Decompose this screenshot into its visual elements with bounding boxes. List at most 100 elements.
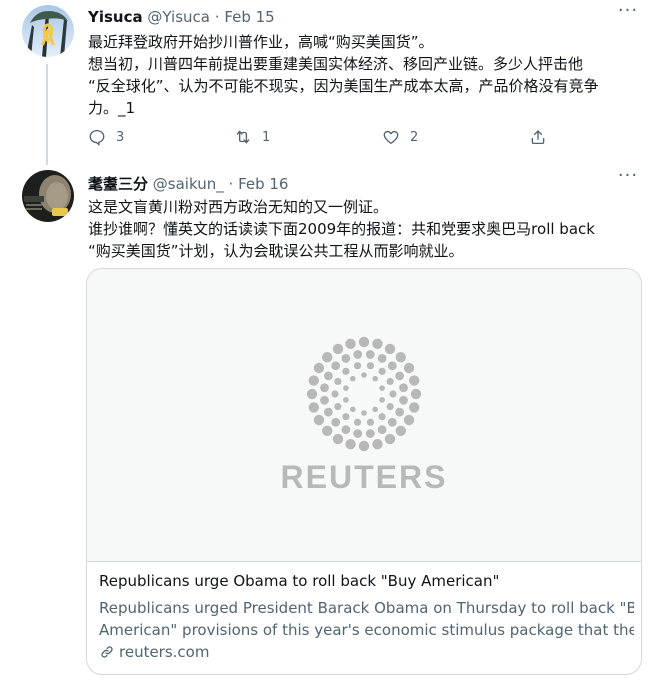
tweet-header: 耄耋三分 @saikun_ · Feb 16 xyxy=(88,173,288,194)
reuters-logo-icon xyxy=(306,336,422,452)
separator-dot: · xyxy=(228,175,234,193)
reuters-logo-dot xyxy=(353,362,362,370)
reuters-logo-dot xyxy=(399,395,408,405)
reuters-logo-dot xyxy=(409,375,420,386)
reuters-logo-dot xyxy=(379,397,385,403)
reuters-logo-dot xyxy=(320,383,329,393)
tweet-text-line: 谁抄谁啊？懂英文的话读读下面2009年的报道：共和党要求奥巴马roll back xyxy=(88,220,595,238)
reuters-logo-dot xyxy=(313,414,325,426)
tweet-saikun[interactable]: 耄耋三分 @saikun_ · Feb 16 ··· 这是文盲黄川粉对西方政治无… xyxy=(0,165,659,684)
tweet-actions: 3 1 2 xyxy=(88,126,558,148)
reuters-logo-dot xyxy=(308,402,319,413)
reuters-logo-dot xyxy=(384,343,396,355)
tweet-date[interactable]: Feb 15 xyxy=(224,8,274,26)
reuters-logo-dot xyxy=(389,390,397,398)
reuters-logo-dot xyxy=(353,429,363,438)
reuters-logo-dot xyxy=(331,417,341,427)
tweet-yisuca[interactable]: Yisuca @Yisuca · Feb 15 ··· 最近拜登政府开始抄川普作… xyxy=(0,0,659,165)
reuters-logo-dot xyxy=(358,336,370,348)
reuters-logo-dot xyxy=(395,407,405,417)
tweet-text: 最近拜登政府开始抄川普作业，高喊“购买美国货”。 想当初，川普四年前提出要重建美… xyxy=(88,31,643,119)
reuters-logo-dot xyxy=(358,440,370,452)
reuters-logo-dot xyxy=(332,343,344,355)
tweet-date[interactable]: Feb 16 xyxy=(238,175,288,193)
reuters-logo-dot xyxy=(409,402,420,413)
reply-count: 3 xyxy=(116,129,125,145)
reuters-logo-dot xyxy=(334,377,342,386)
reuters-logo-dot xyxy=(378,413,386,421)
reuters-logo-dot xyxy=(334,402,342,411)
reuters-logo-dot xyxy=(372,406,378,413)
reply-button[interactable]: 3 xyxy=(88,126,124,148)
like-count: 2 xyxy=(410,129,419,145)
tweet-text-line: 最近拜登政府开始抄川普作业，高喊“购买美国货”。 xyxy=(88,33,434,51)
reuters-logo-dot xyxy=(343,397,349,403)
card-description: Republicans urged President Barack Obama… xyxy=(99,597,634,641)
reuters-logo-dot xyxy=(378,367,386,375)
reuters-logo-dot xyxy=(372,439,383,450)
reuters-logo-dot xyxy=(372,375,378,382)
reuters-logo-dot xyxy=(306,388,318,400)
tweet-text-line: 力。_1 xyxy=(88,99,136,117)
reuters-logo-dot xyxy=(341,425,351,435)
reuters-logo-dot xyxy=(345,338,356,349)
reuters-logo-dot xyxy=(366,362,375,370)
user-handle[interactable]: @saikun_ xyxy=(153,175,224,193)
reuters-logo-dot xyxy=(350,406,356,413)
reuters-logo-dot xyxy=(386,377,394,386)
reuters-logo-dot xyxy=(365,350,375,359)
reuters-logo-dot xyxy=(331,361,341,371)
reuters-logo-dot xyxy=(361,410,367,416)
more-horizontal-icon[interactable]: ··· xyxy=(617,167,639,187)
share-button[interactable] xyxy=(529,126,547,148)
user-handle[interactable]: @Yisuca xyxy=(147,8,210,26)
more-horizontal-icon[interactable]: ··· xyxy=(617,2,639,22)
tweet-text-line: 想当初，川普四年前提出要重建美国实体经济、移回产业链。多少人抨击他 xyxy=(88,55,584,73)
reuters-logo-text: REUTERS xyxy=(280,459,448,495)
reuters-logo-dot xyxy=(323,407,333,417)
thread-connector-line xyxy=(46,64,48,165)
like-button[interactable]: 2 xyxy=(382,126,418,148)
reuters-logo-dot xyxy=(395,371,405,381)
display-name[interactable]: 耄耋三分 xyxy=(88,175,148,193)
reuters-logo-dot xyxy=(331,390,339,398)
reuters-logo-dot xyxy=(345,439,356,450)
reuters-logo-dot xyxy=(366,418,375,426)
retweet-count: 1 xyxy=(262,129,271,145)
avatar-saikun[interactable] xyxy=(22,170,74,222)
tweet-text-line: “购买美国货”计划，认为会耽误公共工程从而影响就业。 xyxy=(88,242,464,260)
reuters-logo-dot xyxy=(395,425,406,436)
avatar-yisuca[interactable] xyxy=(22,5,74,57)
link-icon xyxy=(101,646,113,658)
reuters-logo-dot xyxy=(322,425,333,436)
reuters-logo-dot xyxy=(379,385,385,391)
reuters-logo-dot xyxy=(322,352,333,363)
reuters-logo-dot xyxy=(313,362,325,374)
reuters-logo-dot xyxy=(372,338,383,349)
tweet-text: 这是文盲黄川粉对西方政治无知的又一例证。 谁抄谁啊？懂英文的话读读下面2009年… xyxy=(88,196,643,262)
tweet-header: Yisuca @Yisuca · Feb 15 xyxy=(88,8,275,26)
reuters-logo-dot xyxy=(342,413,350,421)
separator-dot: · xyxy=(214,8,220,26)
reuters-logo-dot xyxy=(343,385,349,391)
card-domain[interactable]: reuters.com xyxy=(99,643,209,661)
card-title[interactable]: Republicans urge Obama to roll back "Buy… xyxy=(99,572,499,590)
reuters-logo-dot xyxy=(395,352,406,363)
heart-icon xyxy=(383,130,399,145)
reuters-logo-dot xyxy=(341,353,351,363)
card-description-line: Republicans urged President Barack Obama… xyxy=(99,599,634,617)
link-preview-card[interactable]: REUTERS Republicans urge Obama to roll b… xyxy=(86,268,642,675)
tweet-text-line: 这是文盲黄川粉对西方政治无知的又一例证。 xyxy=(88,198,389,216)
card-image[interactable]: REUTERS xyxy=(87,269,641,562)
retweet-button[interactable]: 1 xyxy=(234,126,270,148)
reuters-logo-dot xyxy=(353,350,363,359)
reuters-logo-dot xyxy=(384,433,396,445)
reuters-logo-dot xyxy=(399,383,408,393)
reuters-logo-dot xyxy=(410,388,422,400)
display-name[interactable]: Yisuca xyxy=(88,8,143,26)
card-domain-text: reuters.com xyxy=(119,643,210,661)
reuters-logo-dot xyxy=(377,353,387,363)
reuters-logo-dot xyxy=(387,361,397,371)
reuters-logo-dot xyxy=(365,429,375,438)
tweet-text-line: “反全球化”、认为不可能不现实，因为美国生产成本太高，产品价格没有竞争 xyxy=(88,77,599,95)
